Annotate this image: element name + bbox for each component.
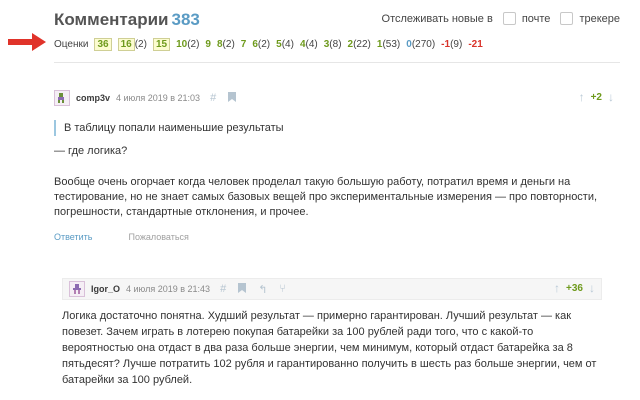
branch-icon[interactable]: ⑂ <box>279 283 286 295</box>
comments-title-text: Комментарии <box>54 10 169 29</box>
comment-votes: ↑ +36 ↓ <box>548 281 601 295</box>
vote-up-icon[interactable]: ↑ <box>554 281 560 295</box>
ratings-bar: Оценки 36 16 (2) 15 10 (2) 9 8 (2) 7 6 (2) 5 (4) 4 (4) 3… <box>54 36 620 52</box>
comment-score: +2 <box>590 91 602 103</box>
comment-username[interactable]: Igor_O <box>91 284 120 294</box>
comment-score: +36 <box>566 282 583 294</box>
rating-item[interactable]: 0 (270) <box>406 38 435 51</box>
vote-down-icon[interactable]: ↓ <box>608 90 614 104</box>
follow-label: Отслеживать новые в <box>381 12 493 25</box>
reply-link[interactable]: Ответить <box>54 232 92 242</box>
rating-count: (4) <box>305 38 318 50</box>
comment-quote: В таблицу попали наименьшие результаты <box>54 120 620 136</box>
vote-up-icon[interactable]: ↑ <box>579 90 585 104</box>
arrow-right-icon <box>8 33 46 51</box>
avatar-icon <box>58 93 64 103</box>
avatar[interactable] <box>54 90 70 106</box>
comment-text: Логика достаточно понятна. Худший резуль… <box>62 310 597 386</box>
divider <box>54 62 620 63</box>
rating-count: (4) <box>281 38 294 50</box>
rating-count: (2) <box>187 38 200 50</box>
ratings-list: 36 16 (2) 15 10 (2) 9 8 (2) 7 6 (2) 5 (4) 4 (4) 3 (8) 2 (22… <box>94 37 488 51</box>
hash-icon[interactable]: # <box>220 283 226 295</box>
rating-count: (2) <box>134 38 147 50</box>
comment-date[interactable]: 4 июля 2019 в 21:03 <box>116 93 200 103</box>
bookmark-icon[interactable] <box>228 91 237 105</box>
rating-item[interactable]: -1 (9) <box>441 38 462 51</box>
follow-mail-checkbox[interactable] <box>502 12 516 25</box>
rating-item[interactable]: 36 <box>94 37 112 51</box>
follow-controls: Отслеживать новые в почте трекере <box>382 12 620 25</box>
parent-link-icon[interactable]: ↰ <box>258 283 267 296</box>
comments-title: Комментарии 383 <box>54 10 200 30</box>
comment-paragraph: — где логика? <box>54 145 128 157</box>
rating-score: 9 <box>205 38 211 50</box>
comment-date[interactable]: 4 июля 2019 в 21:43 <box>126 284 210 294</box>
rating-item[interactable]: 16 (2) <box>117 37 147 51</box>
rating-count: (270) <box>411 38 436 50</box>
rating-item[interactable]: 3 (8) <box>324 38 342 51</box>
comment-paragraph: Вообще очень огорчает когда человек прод… <box>54 176 598 218</box>
follow-tracker-label[interactable]: трекере <box>579 13 620 25</box>
rating-score: -1 <box>441 38 451 50</box>
rating-score: 15 <box>152 37 171 51</box>
comment-meta: Igor_O 4 июля 2019 в 21:43 # ↰ ⑂ ↑ +36 ↓ <box>62 278 602 300</box>
ratings-label: Оценки <box>54 38 89 50</box>
rating-count: (22) <box>353 38 371 50</box>
rating-score: -21 <box>468 38 483 50</box>
rating-count: (2) <box>222 38 235 50</box>
comment-reply: Igor_O 4 июля 2019 в 21:43 # ↰ ⑂ ↑ +36 ↓… <box>62 278 602 388</box>
rating-item[interactable]: 2 (22) <box>348 38 371 51</box>
avatar-icon <box>73 284 81 294</box>
comments-count: 383 <box>171 10 200 29</box>
rating-count: (8) <box>329 38 342 50</box>
vote-down-icon[interactable]: ↓ <box>589 281 595 295</box>
hash-icon[interactable]: # <box>210 92 216 104</box>
avatar[interactable] <box>69 281 85 297</box>
complain-link[interactable]: Пожаловаться <box>128 232 188 242</box>
comment-meta: comp3v 4 июля 2019 в 21:03 # ↑ +2 ↓ <box>54 88 620 108</box>
rating-item[interactable]: 9 <box>205 38 211 51</box>
follow-mail-label[interactable]: почте <box>522 13 551 25</box>
follow-tracker-checkbox[interactable] <box>560 12 574 25</box>
comment-username[interactable]: comp3v <box>76 93 110 103</box>
rating-item[interactable]: 15 <box>152 37 171 51</box>
comments-header: Комментарии 383 Отслеживать новые в почте… <box>54 8 620 32</box>
rating-item[interactable]: -21 <box>468 38 482 51</box>
rating-item[interactable]: 8 (2) <box>217 38 235 51</box>
rating-count: (9) <box>450 38 463 50</box>
rating-item[interactable]: 1 (53) <box>377 38 400 51</box>
bookmark-icon[interactable] <box>238 282 247 296</box>
rating-score: 16 <box>117 37 135 51</box>
rating-item[interactable]: 5 (4) <box>276 38 294 51</box>
rating-score: 36 <box>94 37 112 51</box>
rating-item[interactable]: 4 (4) <box>300 38 318 51</box>
rating-score: 7 <box>240 38 247 50</box>
rating-item[interactable]: 7 <box>241 38 247 51</box>
rating-item[interactable]: 10 (2) <box>176 38 199 51</box>
comment: comp3v 4 июля 2019 в 21:03 # ↑ +2 ↓ В та… <box>54 88 620 242</box>
comment-votes: ↑ +2 ↓ <box>573 90 620 104</box>
comment-actions: Ответить Пожаловаться <box>54 232 620 242</box>
rating-score: 10 <box>176 38 188 50</box>
rating-item[interactable]: 6 (2) <box>252 38 270 51</box>
rating-count: (2) <box>257 38 271 50</box>
rating-count: (53) <box>382 38 401 50</box>
